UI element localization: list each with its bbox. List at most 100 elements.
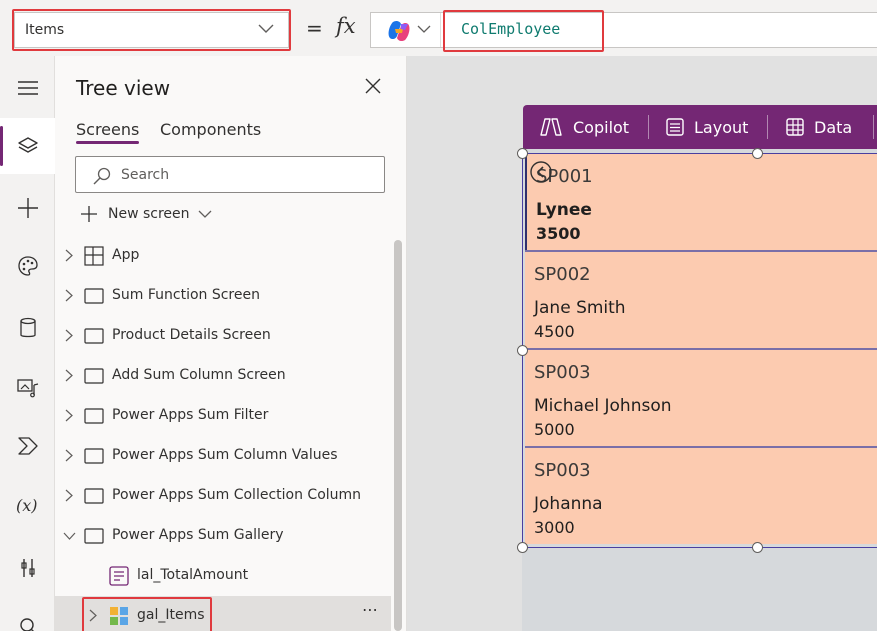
- search-placeholder: Search: [121, 167, 170, 183]
- tree-item-label: Product Details Screen: [112, 327, 271, 343]
- screen-icon: [84, 448, 104, 464]
- tree-item-screen[interactable]: Power Apps Sum Filter: [55, 396, 391, 436]
- item-id: SP002: [534, 264, 591, 285]
- item-id: SP003: [534, 460, 591, 481]
- layers-icon: [17, 137, 38, 153]
- tree-item-screen[interactable]: Product Details Screen: [55, 316, 391, 356]
- resize-handle[interactable]: [517, 345, 528, 356]
- tree-item-screen-expanded[interactable]: Power Apps Sum Gallery: [55, 516, 391, 556]
- tree-item-screen[interactable]: Power Apps Sum Column Values: [55, 436, 391, 476]
- tree-item-label: App: [112, 247, 140, 263]
- label-icon: [109, 566, 129, 586]
- tree-item-label: lal_TotalAmount: [137, 567, 249, 583]
- gallery-item[interactable]: SP003 Michael Johnson 5000: [525, 350, 877, 446]
- item-name: Jane Smith: [534, 298, 626, 318]
- tree-item-screen[interactable]: Add Sum Column Screen: [55, 356, 391, 396]
- advanced-tools-button[interactable]: [0, 540, 55, 596]
- left-rail: (x): [0, 56, 55, 631]
- copilot-icon: [540, 118, 562, 136]
- tab-components[interactable]: Components: [160, 120, 261, 139]
- item-amount: 4500: [534, 322, 575, 341]
- variables-button[interactable]: (x): [0, 478, 55, 534]
- data-label: Data: [814, 117, 853, 137]
- variables-icon: (x): [16, 496, 38, 515]
- themes-button[interactable]: [0, 238, 55, 294]
- edit-template-icon[interactable]: [529, 160, 553, 184]
- layout-label: Layout: [694, 117, 749, 137]
- resize-handle[interactable]: [517, 542, 528, 553]
- chevron-right-icon[interactable]: [65, 289, 73, 302]
- toolbar-divider: [648, 115, 649, 139]
- menu-button[interactable]: [0, 60, 55, 116]
- insert-button[interactable]: [0, 180, 55, 236]
- chevron-down-icon: [417, 25, 431, 33]
- chevron-right-icon[interactable]: [65, 249, 73, 262]
- more-options-icon[interactable]: ⋯: [362, 600, 379, 619]
- gallery-item[interactable]: SP002 Jane Smith 4500: [525, 252, 877, 348]
- data-button[interactable]: [0, 300, 55, 356]
- palette-icon: [17, 256, 38, 276]
- chevron-right-icon[interactable]: [65, 409, 73, 422]
- copilot-label: Copilot: [573, 117, 630, 137]
- item-name: Lynee: [536, 200, 592, 220]
- tools-icon: [20, 559, 35, 577]
- chevron-right-icon[interactable]: [65, 449, 73, 462]
- gallery-item[interactable]: SP001 Lynee 3500: [525, 154, 877, 250]
- item-amount: 5000: [534, 420, 575, 439]
- tree-view-panel: Tree view Screens Components Search New …: [55, 56, 407, 631]
- data-button[interactable]: Data: [786, 105, 852, 149]
- design-canvas[interactable]: Copilot Layout Data SP001 Lynee 3500 SP0…: [407, 56, 877, 631]
- power-automate-button[interactable]: [0, 418, 55, 474]
- panel-title: Tree view: [76, 76, 171, 100]
- fx-icon[interactable]: fx: [336, 14, 356, 38]
- copilot-formula-button[interactable]: [371, 13, 441, 47]
- tree-item-label: Add Sum Column Screen: [112, 367, 286, 383]
- equals-sign: =: [306, 16, 323, 40]
- gallery-toolbar: Copilot Layout Data: [523, 105, 877, 149]
- media-button[interactable]: [0, 360, 55, 416]
- new-screen-label: New screen: [108, 206, 190, 222]
- copilot-button[interactable]: Copilot: [539, 105, 629, 149]
- toolbar-divider: [873, 115, 874, 139]
- tree-item-label: Power Apps Sum Gallery: [112, 527, 284, 543]
- screen-icon: [84, 488, 104, 504]
- media-icon: [16, 379, 38, 398]
- app-icon: [84, 246, 104, 266]
- chevron-down-icon[interactable]: [63, 532, 76, 540]
- screen-icon: [84, 528, 104, 544]
- search-rail-button[interactable]: [0, 598, 55, 631]
- highlight-box-gallery: [82, 597, 212, 631]
- tree-item-app[interactable]: App: [55, 236, 391, 276]
- tree-item-screen[interactable]: Sum Function Screen: [55, 276, 391, 316]
- close-icon[interactable]: [365, 78, 381, 94]
- gallery-item[interactable]: SP003 Johanna 3000: [525, 448, 877, 544]
- tree-item-screen[interactable]: Power Apps Sum Collection Column: [55, 476, 391, 516]
- plus-icon: [81, 206, 97, 222]
- layout-button[interactable]: Layout: [666, 105, 748, 149]
- tree-item-label-control[interactable]: lal_TotalAmount: [55, 556, 391, 596]
- search-icon: [93, 167, 111, 185]
- highlight-box-property: [12, 9, 291, 51]
- new-screen-button[interactable]: New screen: [80, 204, 212, 224]
- search-input[interactable]: Search: [75, 156, 385, 193]
- tree-view-button[interactable]: [0, 118, 55, 174]
- svg-text:(x): (x): [16, 496, 38, 515]
- tab-screens[interactable]: Screens: [76, 120, 140, 144]
- item-amount: 3500: [536, 224, 581, 243]
- gallery[interactable]: SP001 Lynee 3500 SP002 Jane Smith 4500 S…: [522, 153, 877, 548]
- screen-icon: [84, 328, 104, 344]
- tree-scrollbar[interactable]: [394, 240, 402, 631]
- layout-icon: [666, 118, 684, 136]
- chevron-down-icon: [198, 210, 211, 218]
- resize-handle[interactable]: [517, 148, 528, 159]
- hamburger-icon: [17, 81, 38, 95]
- chevron-right-icon[interactable]: [65, 329, 73, 342]
- chevron-right-icon[interactable]: [65, 369, 73, 382]
- tree-item-label: Power Apps Sum Column Values: [112, 447, 338, 463]
- copilot-logo-icon: [388, 20, 410, 42]
- tree-item-label: Power Apps Sum Filter: [112, 407, 269, 423]
- resize-handle[interactable]: [752, 542, 763, 553]
- chevron-right-icon[interactable]: [65, 489, 73, 502]
- table-icon: [786, 118, 804, 136]
- resize-handle[interactable]: [752, 148, 763, 159]
